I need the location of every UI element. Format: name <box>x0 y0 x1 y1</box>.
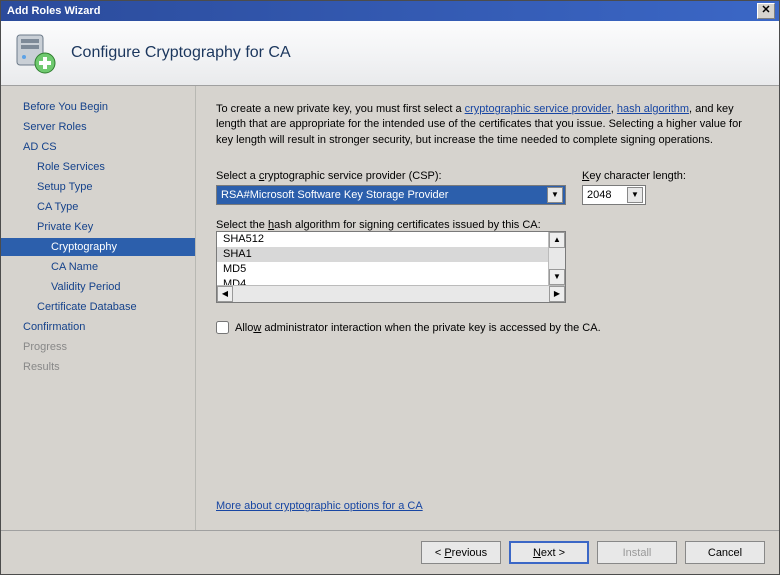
hash-label: Select the hash algorithm for signing ce… <box>216 219 541 231</box>
wizard-footer: < Previous Next > Install Cancel <box>1 530 779 574</box>
sidebar-item-setup-type[interactable]: Setup Type <box>19 178 195 196</box>
keylen-label: Key character length: <box>582 170 686 182</box>
previous-button[interactable]: < Previous <box>421 541 501 564</box>
sidebar-item-confirmation[interactable]: Confirmation <box>19 318 195 336</box>
window-title: Add Roles Wizard <box>7 5 100 17</box>
sidebar-item-role-services[interactable]: Role Services <box>19 158 195 176</box>
csp-label: Select a cryptographic service provider … <box>216 170 566 182</box>
title-bar: Add Roles Wizard ✕ <box>1 1 779 21</box>
sidebar-item-ad-cs[interactable]: AD CS <box>19 138 195 156</box>
csp-help-link[interactable]: cryptographic service provider <box>465 103 611 115</box>
sidebar-item-server-roles[interactable]: Server Roles <box>19 118 195 136</box>
scroll-right-icon[interactable]: ▶ <box>549 286 565 302</box>
intro-prefix: To create a new private key, you must fi… <box>216 103 465 115</box>
scroll-left-icon[interactable]: ◀ <box>217 286 233 302</box>
more-about-link[interactable]: More about cryptographic options for a C… <box>216 500 759 520</box>
wizard-window: Add Roles Wizard ✕ Configure Cryptograph… <box>0 0 780 575</box>
csp-value: RSA#Microsoft Software Key Storage Provi… <box>221 189 448 201</box>
sidebar-item-private-key[interactable]: Private Key <box>19 218 195 236</box>
keylen-value: 2048 <box>587 189 611 201</box>
horizontal-scrollbar[interactable]: ◀ ▶ <box>217 285 565 302</box>
admin-interaction-label: Allow administrator interaction when the… <box>235 322 601 334</box>
hash-option-sha1[interactable]: SHA1 <box>217 247 565 262</box>
next-button[interactable]: Next > <box>509 541 589 564</box>
close-button[interactable]: ✕ <box>757 3 775 19</box>
csp-select[interactable]: RSA#Microsoft Software Key Storage Provi… <box>216 185 566 205</box>
install-button: Install <box>597 541 677 564</box>
sidebar-item-certificate-database[interactable]: Certificate Database <box>19 298 195 316</box>
wizard-sidebar: Before You Begin Server Roles AD CS Role Se… <box>1 86 196 530</box>
ca-server-icon <box>13 31 57 75</box>
cancel-button[interactable]: Cancel <box>685 541 765 564</box>
vertical-scrollbar[interactable]: ▲ ▼ <box>548 232 565 285</box>
dropdown-button-icon: ▼ <box>547 187 563 203</box>
dropdown-button-icon: ▼ <box>627 187 643 203</box>
hash-listbox[interactable]: SHA512SHA1MD5MD4 ▲ ▼ ◀ ▶ <box>216 231 566 303</box>
scroll-down-icon[interactable]: ▼ <box>549 269 565 285</box>
wizard-header: Configure Cryptography for CA <box>1 21 779 86</box>
sidebar-item-results: Results <box>19 358 195 376</box>
scroll-up-icon[interactable]: ▲ <box>549 232 565 248</box>
sidebar-item-before-you-begin[interactable]: Before You Begin <box>19 98 195 116</box>
hash-option-md5[interactable]: MD5 <box>217 262 565 277</box>
sidebar-item-ca-name[interactable]: CA Name <box>19 258 195 276</box>
hash-help-link[interactable]: hash algorithm <box>617 103 689 115</box>
intro-text: To create a new private key, you must fi… <box>216 102 759 148</box>
hash-option-sha512[interactable]: SHA512 <box>217 232 565 247</box>
page-title: Configure Cryptography for CA <box>71 44 291 62</box>
sidebar-item-progress: Progress <box>19 338 195 356</box>
sidebar-item-ca-type[interactable]: CA Type <box>19 198 195 216</box>
keylen-select[interactable]: 2048 ▼ <box>582 185 646 205</box>
sidebar-item-cryptography[interactable]: Cryptography <box>1 238 195 256</box>
wizard-content: To create a new private key, you must fi… <box>196 86 779 530</box>
sidebar-item-validity-period[interactable]: Validity Period <box>19 278 195 296</box>
admin-interaction-checkbox[interactable] <box>216 321 229 334</box>
